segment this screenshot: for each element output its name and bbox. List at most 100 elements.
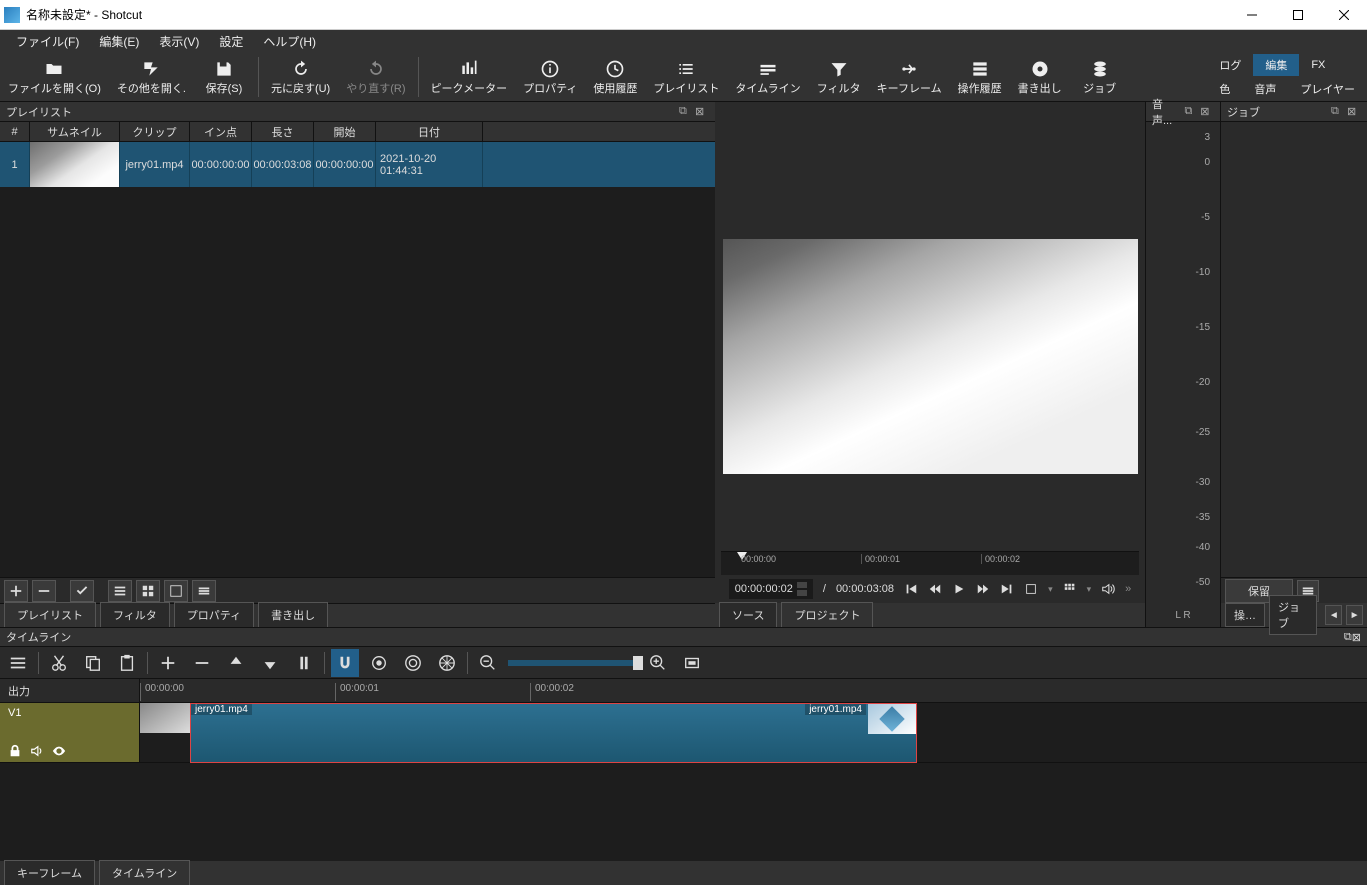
undock-icon[interactable]: ⧉ <box>679 105 693 119</box>
dropdown-icon[interactable]: ▾ <box>1048 584 1053 595</box>
scroll-right-button[interactable]: ► <box>1346 605 1363 625</box>
menu-help[interactable]: ヘルプ(H) <box>253 31 326 52</box>
clip-thumb-start[interactable] <box>140 703 190 733</box>
tab-fx[interactable]: FX <box>1299 56 1337 74</box>
export-button[interactable]: 書き出し <box>1010 52 1070 102</box>
detail-view-button[interactable] <box>164 580 188 602</box>
video-preview[interactable] <box>723 239 1138 474</box>
open-other-button[interactable]: その他を開く. <box>109 52 194 102</box>
col-start[interactable]: 開始 <box>314 122 376 141</box>
zoom-in-button[interactable] <box>644 649 672 677</box>
peakmeter-button[interactable]: ピークメーター <box>423 52 516 102</box>
col-clip[interactable]: クリップ <box>120 122 190 141</box>
tab-source[interactable]: ソース <box>719 602 777 627</box>
timeline-clip[interactable]: jerry01.mp4 jerry01.mp4 <box>190 703 917 763</box>
snap-button[interactable] <box>331 649 359 677</box>
undock-icon[interactable]: ⧉ <box>1185 105 1199 119</box>
scroll-left-button[interactable]: ◄ <box>1325 605 1342 625</box>
zoom-button[interactable] <box>1024 582 1038 596</box>
tab-jobs[interactable]: ジョブ <box>1269 595 1317 635</box>
filter-button[interactable]: フィルタ <box>809 52 869 102</box>
history-button[interactable]: 操作履歴 <box>950 52 1010 102</box>
col-date[interactable]: 日付 <box>376 122 483 141</box>
timeline-button[interactable]: タイムライン <box>727 52 808 102</box>
tab-player[interactable]: プレイヤー <box>1288 78 1367 100</box>
scrub-button[interactable] <box>365 649 393 677</box>
timeline-ruler[interactable]: 00:00:00 00:00:01 00:00:02 <box>140 679 1367 702</box>
output-label[interactable]: 出力 <box>0 679 140 702</box>
tab-filter[interactable]: フィルタ <box>100 602 170 627</box>
tab-properties[interactable]: プロパティ <box>174 602 254 627</box>
position-timecode[interactable]: 00:00:00:02 <box>735 583 793 595</box>
col-index[interactable]: # <box>0 122 30 141</box>
mute-icon[interactable] <box>30 744 44 758</box>
undock-icon[interactable]: ⧉ <box>1331 105 1345 119</box>
ripple-all-button[interactable] <box>433 649 461 677</box>
zoom-out-button[interactable] <box>474 649 502 677</box>
playlist-row[interactable]: 1 jerry01.mp4 00:00:00:00 00:00:03:08 00… <box>0 142 715 187</box>
col-in[interactable]: イン点 <box>190 122 252 141</box>
close-button[interactable] <box>1321 0 1367 30</box>
tab-edit[interactable]: 編集 <box>1253 54 1299 76</box>
tab-log[interactable]: ログ <box>1207 54 1253 76</box>
player-scrubber[interactable]: 00:00:00 00:00:01 00:00:02 <box>721 551 1139 575</box>
tl-menu-button[interactable] <box>4 649 32 677</box>
close-panel-icon[interactable]: ⊠ <box>1352 631 1361 644</box>
minimize-button[interactable] <box>1229 0 1275 30</box>
forward-button[interactable] <box>976 582 990 596</box>
check-button[interactable] <box>70 580 94 602</box>
close-panel-icon[interactable]: ⊠ <box>1200 105 1214 119</box>
redo-button[interactable]: やり直す(R) <box>338 52 413 102</box>
tab-audio[interactable]: 音声 <box>1242 78 1288 100</box>
split-button[interactable] <box>290 649 318 677</box>
track-header[interactable]: V1 <box>0 703 140 762</box>
menu-button[interactable] <box>192 580 216 602</box>
paste-button[interactable] <box>113 649 141 677</box>
menu-view[interactable]: 表示(V) <box>149 31 209 52</box>
more-icon[interactable]: » <box>1125 583 1131 595</box>
rewind-button[interactable] <box>928 582 942 596</box>
overwrite-button[interactable] <box>256 649 284 677</box>
add-button[interactable] <box>4 580 28 602</box>
menu-edit[interactable]: 編集(E) <box>89 31 149 52</box>
tab-project[interactable]: プロジェクト <box>781 602 873 627</box>
undo-button[interactable]: 元に戻す(U) <box>263 52 338 102</box>
copy-button[interactable] <box>79 649 107 677</box>
maximize-button[interactable] <box>1275 0 1321 30</box>
grid-button[interactable] <box>1063 582 1077 596</box>
zoom-slider[interactable] <box>508 660 638 666</box>
properties-button[interactable]: プロパティ <box>515 52 585 102</box>
tab-keyframe[interactable]: キーフレーム <box>4 860 95 885</box>
cut-button[interactable] <box>45 649 73 677</box>
slider-handle[interactable] <box>633 656 643 670</box>
open-file-button[interactable]: ファイルを開く(O) <box>0 52 109 102</box>
append-button[interactable] <box>154 649 182 677</box>
menu-file[interactable]: ファイル(F) <box>6 31 89 52</box>
timecode-spinner[interactable] <box>797 581 807 597</box>
track-body[interactable]: jerry01.mp4 jerry01.mp4 <box>140 703 1367 762</box>
zoom-fit-button[interactable] <box>678 649 706 677</box>
tab-timeline[interactable]: タイムライン <box>99 860 190 885</box>
jobs-button[interactable]: ジョブ <box>1070 52 1130 102</box>
list-view-button[interactable] <box>108 580 132 602</box>
lift-button[interactable] <box>222 649 250 677</box>
playlist-button[interactable]: プレイリスト <box>645 52 727 102</box>
undock-icon[interactable]: ⧉ <box>1344 631 1352 644</box>
dropdown-icon[interactable]: ▾ <box>1087 584 1092 595</box>
remove-button[interactable] <box>32 580 56 602</box>
grid-view-button[interactable] <box>136 580 160 602</box>
lock-icon[interactable] <box>8 744 22 758</box>
recent-button[interactable]: 使用履歴 <box>585 52 645 102</box>
close-panel-icon[interactable]: ⊠ <box>695 105 709 119</box>
skip-prev-button[interactable] <box>904 582 918 596</box>
volume-button[interactable] <box>1101 582 1115 596</box>
menu-settings[interactable]: 設定 <box>209 31 253 52</box>
tab-color[interactable]: 色 <box>1207 78 1242 100</box>
hide-icon[interactable] <box>52 744 66 758</box>
tab-ops[interactable]: 操… <box>1225 603 1265 627</box>
play-button[interactable] <box>952 582 966 596</box>
save-button[interactable]: 保存(S) <box>194 52 254 102</box>
tab-playlist[interactable]: プレイリスト <box>4 602 96 627</box>
ripple-button[interactable] <box>399 649 427 677</box>
keyframe-button[interactable]: キーフレーム <box>869 52 950 102</box>
